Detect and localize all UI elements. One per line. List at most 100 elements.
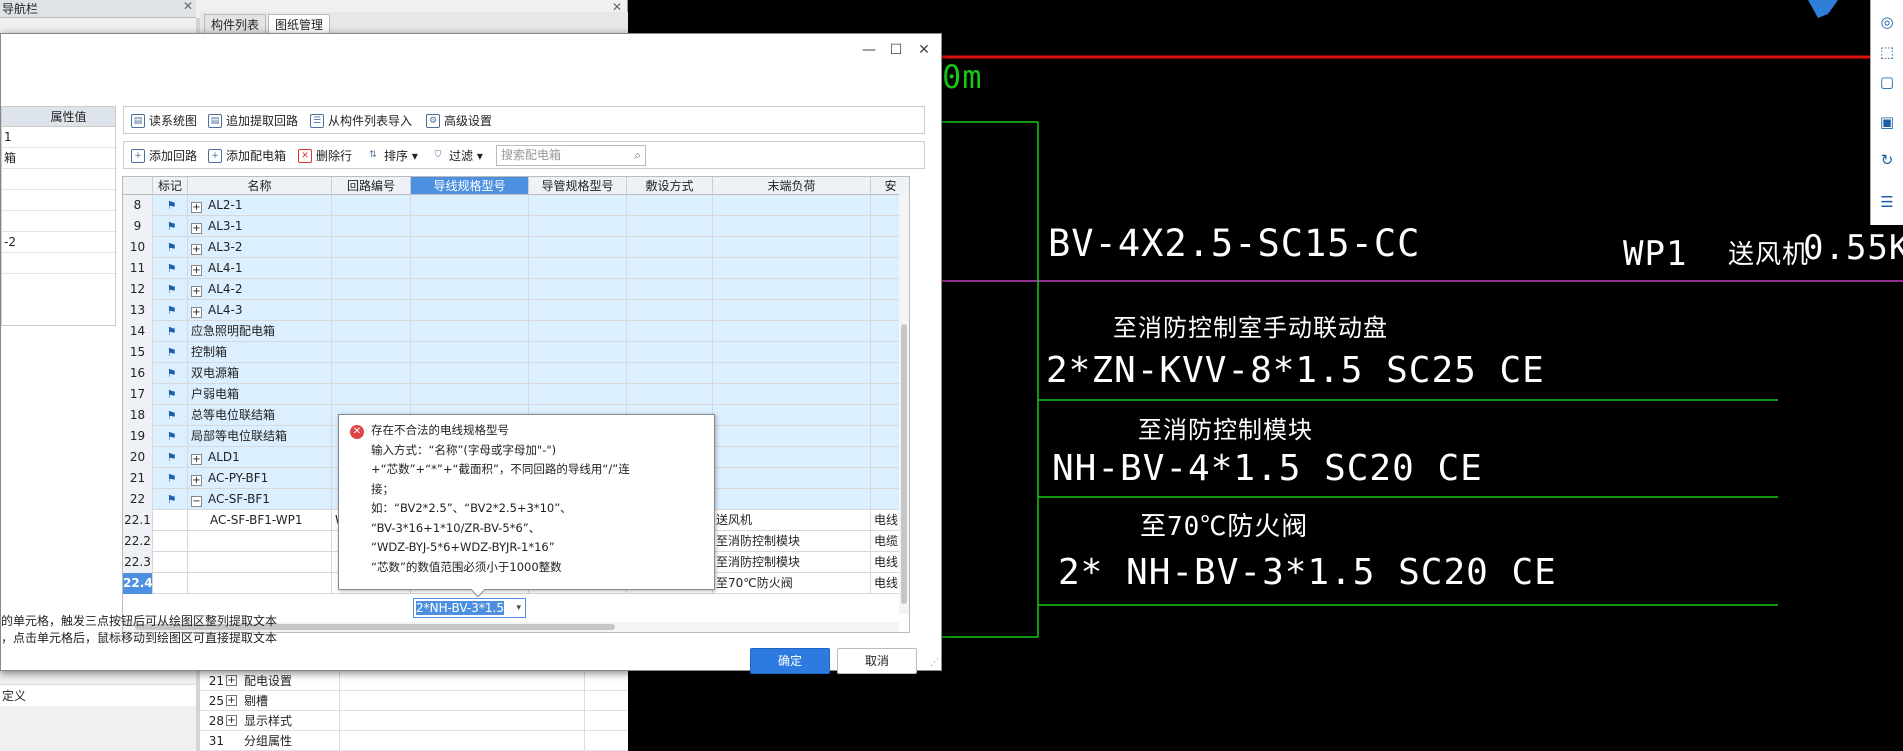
grid-cell[interactable] <box>713 363 871 384</box>
grid-cell[interactable] <box>332 258 411 279</box>
grid-cell[interactable] <box>332 195 411 216</box>
grid-cell[interactable]: 至消防控制模块 <box>713 531 871 552</box>
close-button[interactable]: ✕ <box>912 40 936 60</box>
row-number[interactable]: 8 <box>123 195 153 216</box>
row-number[interactable]: 20 <box>123 447 153 468</box>
scroll-thumb[interactable] <box>901 324 907 604</box>
row-number[interactable]: 22.2 <box>123 531 153 552</box>
grid-cell[interactable] <box>627 321 713 342</box>
column-header[interactable]: 导管规格型号 <box>529 177 627 195</box>
grid-cell[interactable] <box>153 531 188 552</box>
grid-cell[interactable] <box>529 363 627 384</box>
grid-cell[interactable]: ⚑ <box>153 468 188 489</box>
cube-side-icon[interactable]: ▣ <box>1877 112 1897 132</box>
table-row[interactable]: 12 ⚑ + AL4-2 <box>123 279 909 300</box>
grid-cell[interactable] <box>411 237 529 258</box>
property-row[interactable]: 1 <box>2 127 115 148</box>
layer-list-icon[interactable]: ☰ <box>1877 192 1897 212</box>
grid-cell[interactable]: ⚑ <box>153 426 188 447</box>
row-number[interactable]: 9 <box>123 216 153 237</box>
wire-spec-edit-input[interactable]: 2*NH-BV-3*1.5 ▾ <box>413 598 526 618</box>
grid-cell[interactable]: + AL2-1 <box>188 195 332 216</box>
expand-icon[interactable]: + <box>191 202 202 213</box>
grid-cell[interactable] <box>713 279 871 300</box>
flag-icon[interactable]: ⚑ <box>166 430 178 444</box>
grid-cell[interactable]: ⚑ <box>153 321 188 342</box>
grid-cell[interactable] <box>332 300 411 321</box>
grid-cell[interactable] <box>188 573 332 594</box>
grid-cell[interactable]: 至消防控制模块 <box>713 552 871 573</box>
grid-cell[interactable] <box>411 342 529 363</box>
flag-icon[interactable]: ⚑ <box>166 451 178 465</box>
property-row[interactable] <box>2 253 115 274</box>
grid-cell[interactable]: ⚑ <box>153 279 188 300</box>
grid-cell[interactable] <box>332 342 411 363</box>
flag-icon[interactable]: ⚑ <box>166 346 178 360</box>
grid-cell[interactable]: + AL4-1 <box>188 258 332 279</box>
grid-cell[interactable] <box>627 216 713 237</box>
table-row[interactable]: 10 ⚑ + AL3-2 <box>123 237 909 258</box>
row-number[interactable]: 18 <box>123 405 153 426</box>
grid-cell[interactable]: ⚑ <box>153 300 188 321</box>
column-header[interactable]: 回路编号 <box>332 177 411 195</box>
tree-row[interactable]: 21 + 配电设置 <box>200 671 628 691</box>
add-distribution-box-button[interactable]: + 添加配电箱 <box>206 146 286 166</box>
column-header[interactable]: 名称 <box>188 177 332 195</box>
advanced-settings-button[interactable]: ⚙ 高级设置 <box>424 111 492 131</box>
grid-cell[interactable] <box>332 216 411 237</box>
grid-cell[interactable] <box>188 531 332 552</box>
bg-panel-close-icon[interactable]: ✕ <box>612 0 626 14</box>
row-number[interactable]: 21 <box>123 468 153 489</box>
grid-cell[interactable] <box>411 363 529 384</box>
resize-grip-icon[interactable]: ⋰ <box>930 658 939 668</box>
row-number[interactable]: 19 <box>123 426 153 447</box>
grid-cell[interactable]: 户弱电箱 <box>188 384 332 405</box>
grid-cell[interactable] <box>713 468 871 489</box>
grid-cell[interactable]: ⚑ <box>153 216 188 237</box>
dropdown-icon[interactable]: ▾ <box>516 599 521 617</box>
expand-icon[interactable]: + <box>191 286 202 297</box>
tab-drawing-management[interactable]: 图纸管理 <box>268 14 331 34</box>
grid-cell[interactable]: + AL3-2 <box>188 237 332 258</box>
row-number[interactable]: 22.4 <box>123 573 153 594</box>
table-row[interactable]: 9 ⚑ + AL3-1 <box>123 216 909 237</box>
grid-cell[interactable]: ⚑ <box>153 342 188 363</box>
grid-cell[interactable] <box>713 489 871 510</box>
grid-cell[interactable] <box>713 426 871 447</box>
grid-cell[interactable]: ⚑ <box>153 447 188 468</box>
expand-icon[interactable]: + <box>226 695 237 706</box>
flag-icon[interactable]: ⚑ <box>166 199 178 213</box>
column-header[interactable]: 标记 <box>153 177 188 195</box>
import-from-list-button[interactable]: ☰ 从构件列表导入 <box>308 111 412 131</box>
search-icon[interactable]: ⌕ <box>634 146 641 165</box>
column-header[interactable] <box>123 177 153 195</box>
grid-cell[interactable]: 总等电位联结箱 <box>188 405 332 426</box>
grid-cell[interactable] <box>332 384 411 405</box>
property-row[interactable]: 箱 <box>2 148 115 169</box>
grid-cell[interactable]: ⚑ <box>153 363 188 384</box>
grid-cell[interactable] <box>713 237 871 258</box>
table-row[interactable]: 14 ⚑ 应急照明配电箱 <box>123 321 909 342</box>
grid-cell[interactable] <box>627 279 713 300</box>
grid-cell[interactable]: 应急照明配电箱 <box>188 321 332 342</box>
row-number[interactable]: 12 <box>123 279 153 300</box>
grid-cell[interactable] <box>627 258 713 279</box>
grid-cell[interactable] <box>153 573 188 594</box>
flag-icon[interactable]: ⚑ <box>166 241 178 255</box>
cancel-button[interactable]: 取消 <box>837 648 917 674</box>
flag-icon[interactable]: ⚑ <box>166 388 178 402</box>
row-number[interactable]: 15 <box>123 342 153 363</box>
expand-icon[interactable]: + <box>191 454 202 465</box>
grid-cell[interactable] <box>188 552 332 573</box>
flag-icon[interactable]: ⚑ <box>166 283 178 297</box>
grid-cell[interactable] <box>153 552 188 573</box>
tree-row[interactable]: 28 + 显示样式 <box>200 711 628 731</box>
grid-cell[interactable]: + ALD1 <box>188 447 332 468</box>
property-row[interactable]: -2 <box>2 232 115 253</box>
grid-cell[interactable] <box>627 342 713 363</box>
read-system-diagram-button[interactable]: ▤ 读系统图 <box>129 111 197 131</box>
row-number[interactable]: 22 <box>123 489 153 510</box>
grid-cell[interactable]: ⚑ <box>153 405 188 426</box>
table-row[interactable]: 17 ⚑ 户弱电箱 <box>123 384 909 405</box>
grid-cell[interactable]: ⚑ <box>153 489 188 510</box>
